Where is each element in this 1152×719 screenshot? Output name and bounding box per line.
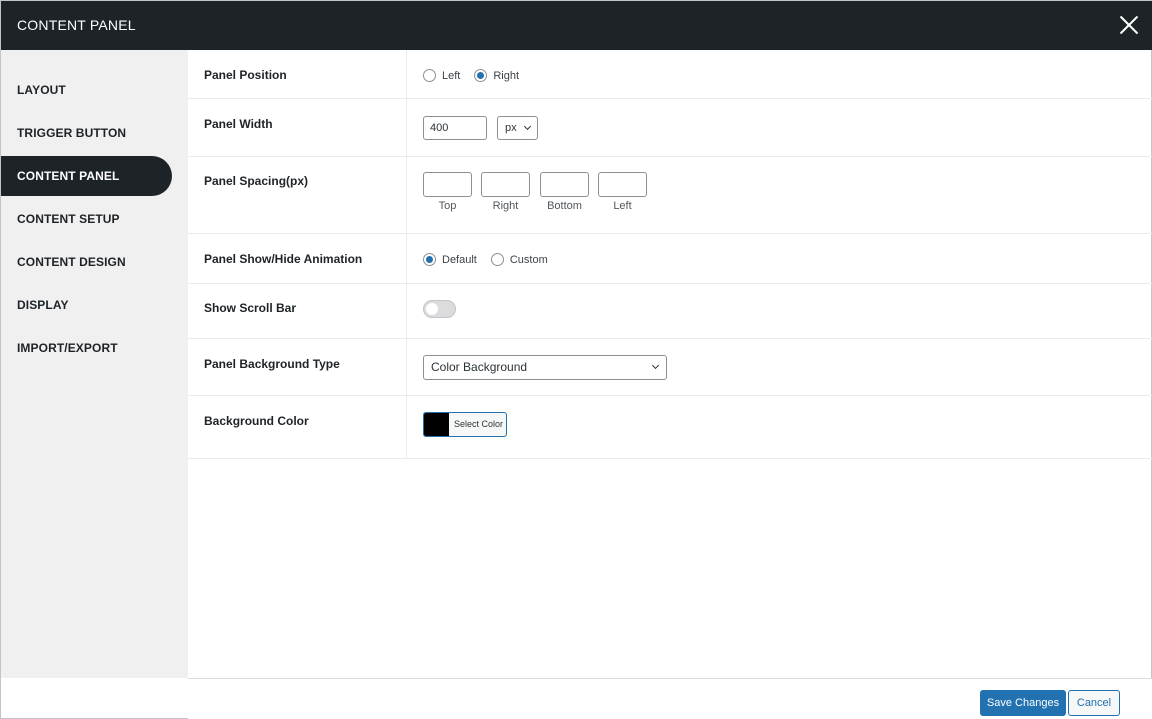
animation-label: Panel Show/Hide Animation <box>204 252 363 266</box>
animation-default-radio[interactable] <box>423 253 436 266</box>
panel-position-options: Left Right <box>423 69 533 82</box>
panel-width-input[interactable]: 400 <box>423 116 487 140</box>
bg-type-field: Color Background <box>423 355 667 380</box>
modal-title: CONTENT PANEL <box>17 17 136 33</box>
cancel-button[interactable]: Cancel <box>1068 690 1120 716</box>
bg-color-field: Select Color <box>423 412 507 437</box>
spacing-left-input[interactable] <box>598 172 647 197</box>
chevron-down-icon <box>523 122 532 131</box>
spacing-left-label: Left <box>613 200 632 212</box>
sidebar-item-layout[interactable]: LAYOUT <box>1 70 172 110</box>
bg-type-label: Panel Background Type <box>204 357 340 371</box>
spacing-top-input[interactable] <box>423 172 472 197</box>
bg-color-label: Background Color <box>204 414 309 428</box>
save-changes-button[interactable]: Save Changes <box>980 690 1066 716</box>
sidebar-item-content-design[interactable]: CONTENT DESIGN <box>1 242 172 282</box>
scroll-bar-label: Show Scroll Bar <box>204 301 297 315</box>
row-divider <box>406 284 407 338</box>
panel-spacing-label: Panel Spacing(px) <box>204 174 309 188</box>
sidebar-item-display[interactable]: DISPLAY <box>1 285 172 325</box>
sidebar-item-content-panel[interactable]: CONTENT PANEL <box>1 156 172 196</box>
spacing-bottom-input[interactable] <box>540 172 589 197</box>
sidebar-item-import-export[interactable]: IMPORT/EXPORT <box>1 328 172 368</box>
panel-width-row: Panel Width 400 px <box>188 99 1152 157</box>
scroll-bar-toggle[interactable] <box>423 300 456 318</box>
toggle-knob <box>426 303 438 315</box>
modal-header: CONTENT PANEL <box>1 1 1152 50</box>
row-divider <box>406 157 407 233</box>
animation-default-label[interactable]: Default <box>442 254 477 266</box>
position-right-radio[interactable] <box>474 69 488 82</box>
modal-footer: Save Changes Cancel <box>188 678 1152 719</box>
unit-select-value: px <box>505 122 517 134</box>
animation-row: Panel Show/Hide Animation Default Custom <box>188 234 1152 284</box>
scroll-bar-row: Show Scroll Bar <box>188 284 1152 339</box>
panel-width-label: Panel Width <box>204 117 273 131</box>
spacing-bottom-label: Bottom <box>547 200 582 212</box>
row-divider <box>406 234 407 283</box>
chevron-down-icon <box>651 361 660 370</box>
spacing-right-input[interactable] <box>481 172 530 197</box>
panel-spacing-row: Panel Spacing(px) Top Right Bottom Left <box>188 157 1152 234</box>
settings-modal: CONTENT PANEL LAYOUT TRIGGER BUTTON CONT… <box>0 0 1152 719</box>
sidebar-item-content-setup[interactable]: CONTENT SETUP <box>1 199 172 239</box>
settings-sidebar: LAYOUT TRIGGER BUTTON CONTENT PANEL CONT… <box>1 50 188 678</box>
position-left-radio[interactable] <box>423 69 436 82</box>
panel-width-unit-select[interactable]: px <box>497 116 538 140</box>
bg-color-row: Background Color Select Color <box>188 396 1152 459</box>
spacing-left: Left <box>598 172 647 212</box>
select-color-button[interactable]: Select Color <box>423 412 507 437</box>
panel-position-row: Panel Position Left Right <box>188 50 1152 99</box>
color-swatch <box>424 413 449 436</box>
row-divider <box>406 396 407 458</box>
scroll-bar-field <box>423 300 456 318</box>
animation-custom-label[interactable]: Custom <box>510 254 548 266</box>
position-left-label[interactable]: Left <box>442 70 460 82</box>
bg-type-row: Panel Background Type Color Background <box>188 339 1152 396</box>
bg-type-value: Color Background <box>431 360 528 374</box>
row-divider <box>406 50 407 98</box>
spacing-top-label: Top <box>438 200 457 212</box>
close-icon[interactable] <box>1119 15 1139 35</box>
spacing-top: Top <box>423 172 472 212</box>
bg-type-select[interactable]: Color Background <box>423 355 667 380</box>
row-divider <box>406 339 407 395</box>
spacing-right: Right <box>481 172 530 212</box>
spacing-right-label: Right <box>492 200 519 212</box>
position-right-label[interactable]: Right <box>493 70 519 82</box>
row-divider <box>406 99 407 156</box>
sidebar-item-trigger-button[interactable]: TRIGGER BUTTON <box>1 113 172 153</box>
spacing-bottom: Bottom <box>540 172 589 212</box>
animation-options: Default Custom <box>423 253 562 266</box>
animation-custom-radio[interactable] <box>490 253 504 266</box>
panel-position-label: Panel Position <box>204 68 287 82</box>
select-color-label: Select Color <box>454 419 504 429</box>
panel-width-field: 400 px <box>423 116 543 140</box>
panel-spacing-fields: Top Right Bottom Left <box>423 172 653 214</box>
